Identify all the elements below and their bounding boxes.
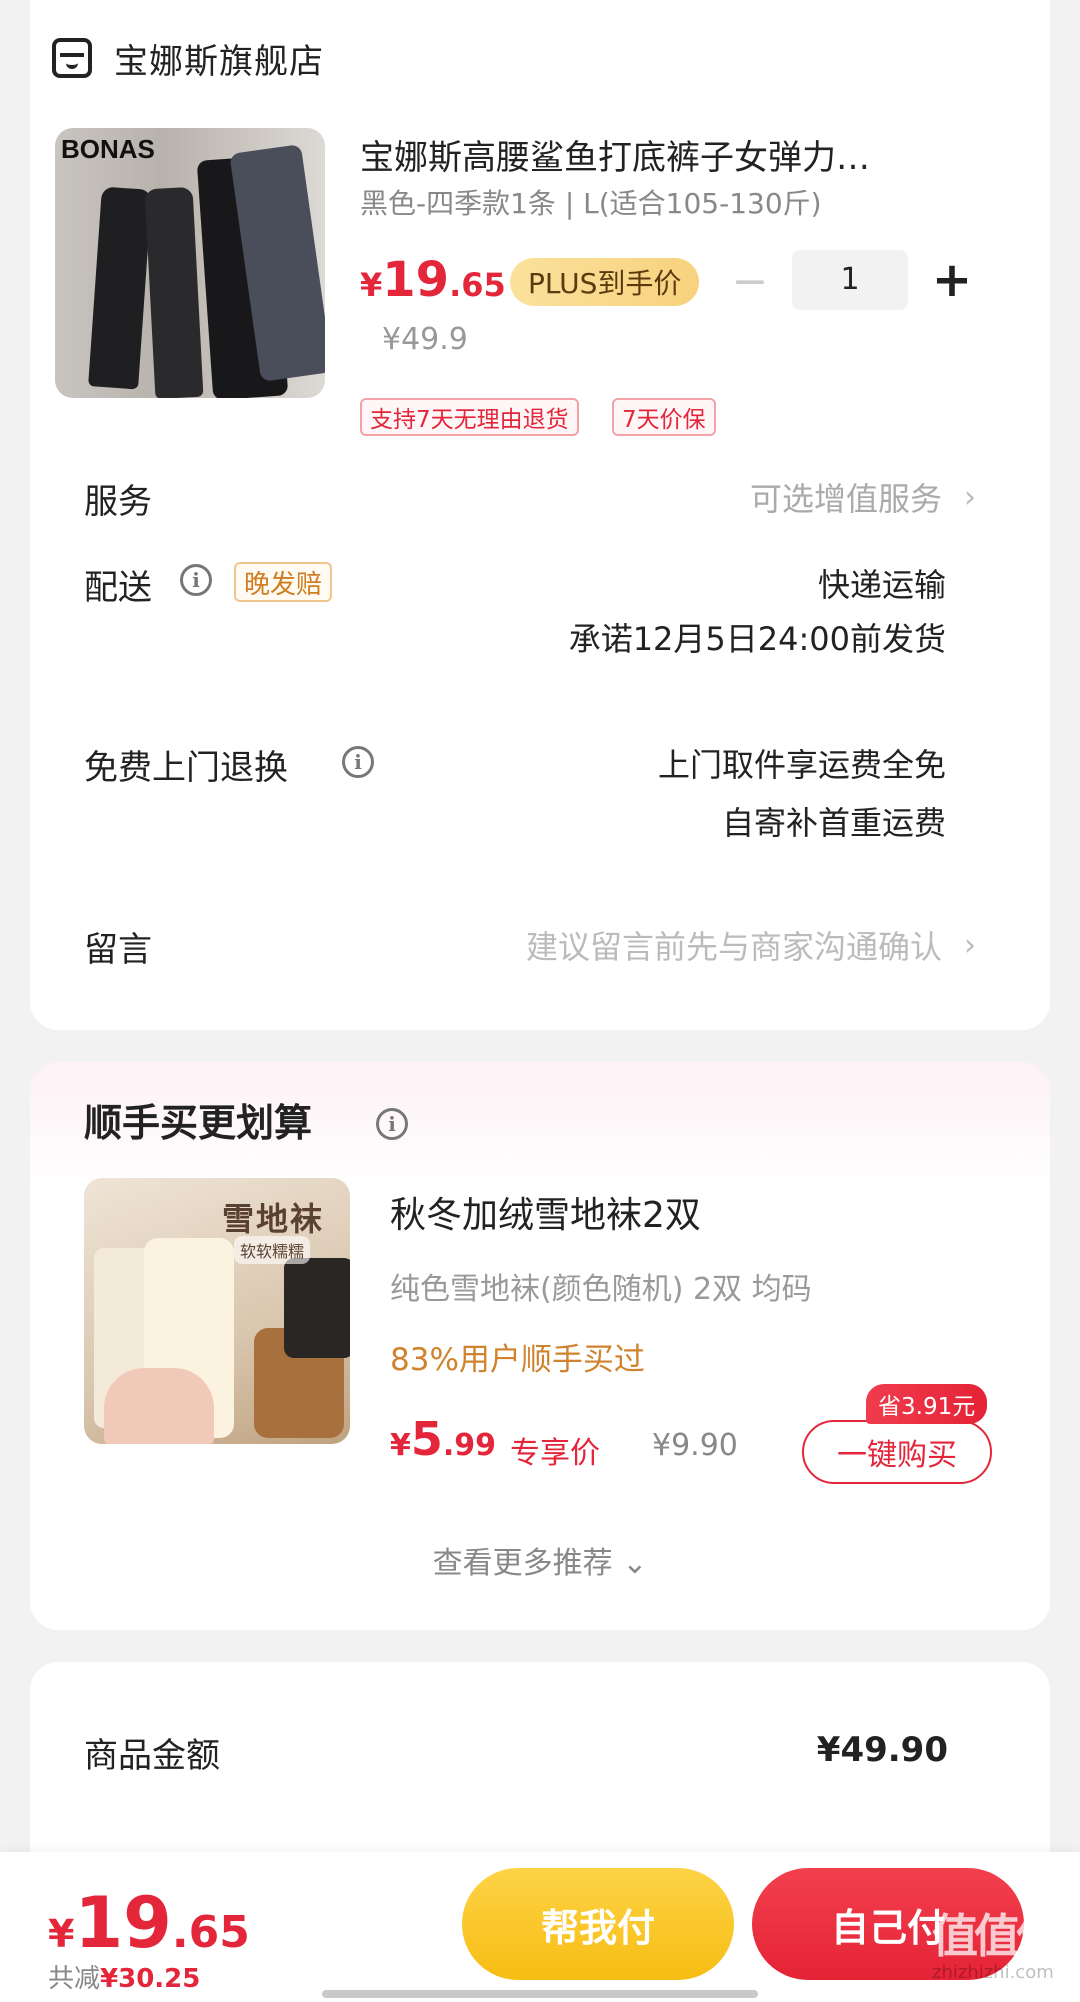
discount-value: ¥30.25 <box>100 1964 201 1994</box>
discount-label: 共减 <box>48 1964 101 1994</box>
price-currency: ¥ <box>48 1912 75 1956</box>
exclusive-price-label: 专享价 <box>510 1436 600 1471</box>
store-header[interactable]: 宝娜斯旗舰店 <box>52 30 324 86</box>
total-discount[interactable]: 共减¥30.25 <box>48 1958 200 1995</box>
store-name: 宝娜斯旗舰店 <box>114 41 324 82</box>
total-price: ¥19.65 <box>48 1882 250 1964</box>
addon-price: ¥5.99 <box>390 1412 496 1466</box>
late-compensation-badge: 晚发赔 <box>234 562 333 602</box>
thumbnail-model-leg <box>88 186 152 390</box>
thumbnail-model-leg <box>144 186 204 398</box>
thumbnail-brand-logo: BONAS <box>61 134 155 164</box>
delivery-method: 快递运输 <box>817 566 946 604</box>
price-decimal: .99 <box>442 1428 497 1463</box>
addon-original-price: ¥9.90 <box>652 1428 738 1463</box>
service-selector[interactable]: 可选增值服务 › <box>750 474 976 520</box>
addon-thumbnail[interactable]: 雪地袜 软软糯糯 <box>84 1178 350 1444</box>
addon-product-spec: 纯色雪地袜(颜色随机) 2双 均码 <box>390 1272 812 1307</box>
quantity-decrease-button[interactable]: − <box>730 254 770 310</box>
product-spec[interactable]: 黑色-四季款1条 | L(适合105-130斤) <box>360 182 822 222</box>
see-more-recommendations[interactable]: 查看更多推荐 ⌄ <box>0 1538 1080 1582</box>
quantity-input[interactable]: 1 <box>792 250 908 310</box>
chevron-right-icon: › <box>964 927 976 963</box>
product-thumbnail[interactable]: BONAS <box>55 128 325 398</box>
plus-price-badge: PLUS到手价 <box>510 258 700 306</box>
help-me-pay-button[interactable]: 帮我付 <box>462 1868 734 1980</box>
info-icon[interactable]: i <box>342 746 374 778</box>
price-decimal: .65 <box>449 266 506 304</box>
addon-product-name[interactable]: 秋冬加绒雪地袜2双 <box>390 1186 701 1238</box>
delivery-label: 配送 <box>84 568 152 608</box>
return-pickup-text: 上门取件享运费全免 <box>657 746 946 784</box>
message-placeholder: 建议留言前先与商家沟通确认 <box>525 928 942 966</box>
message-field[interactable]: 建议留言前先与商家沟通确认 › <box>526 922 976 968</box>
price-integer: 5 <box>410 1412 443 1466</box>
price-currency: ¥ <box>360 266 383 304</box>
thumbnail-sock <box>284 1258 350 1358</box>
goods-amount-label: 商品金额 <box>84 1736 220 1776</box>
service-value: 可选增值服务 <box>749 480 942 518</box>
watermark: 值值值 <box>932 1909 1062 1963</box>
return-self-send-text: 自寄补首重运费 <box>721 804 946 842</box>
savings-badge: 省3.91元 <box>866 1384 988 1424</box>
price-currency: ¥ <box>390 1428 411 1463</box>
watermark-url: zhizhizhi.com <box>932 1962 1054 1983</box>
price-integer: 19 <box>74 1882 172 1964</box>
addon-section-title: 顺手买更划算 <box>84 1101 313 1145</box>
original-price: ¥49.9 <box>382 322 468 357</box>
one-click-buy-button[interactable]: 一键购买 <box>802 1420 992 1484</box>
product-price: ¥19.65 <box>360 252 506 308</box>
price-decimal: .65 <box>171 1907 250 1958</box>
quantity-increase-button[interactable]: + <box>930 250 974 310</box>
home-indicator[interactable] <box>322 1990 758 1998</box>
thumbnail-label: 雪地袜 <box>222 1200 325 1238</box>
chevron-right-icon: › <box>964 479 976 515</box>
message-label: 留言 <box>84 930 152 970</box>
price-integer: 19 <box>382 252 450 308</box>
store-icon <box>52 38 92 78</box>
thumbnail-sublabel: 软软糯糯 <box>234 1236 311 1264</box>
price-protect-tag: 7天价保 <box>612 398 716 436</box>
goods-amount-value: ¥49.90 <box>816 1730 948 1770</box>
return-policy-tag: 支持7天无理由退货 <box>360 398 579 436</box>
product-title[interactable]: 宝娜斯高腰鲨鱼打底裤子女弹力… <box>360 130 970 179</box>
service-label: 服务 <box>84 482 152 522</box>
info-icon[interactable]: i <box>376 1108 408 1140</box>
addon-social-proof: 83%用户顺手买过 <box>390 1342 645 1378</box>
free-return-label: 免费上门退换 <box>84 748 288 788</box>
thumbnail-hand <box>104 1368 214 1444</box>
delivery-promise: 承诺12月5日24:00前发货 <box>568 620 946 658</box>
info-icon[interactable]: i <box>180 564 212 596</box>
